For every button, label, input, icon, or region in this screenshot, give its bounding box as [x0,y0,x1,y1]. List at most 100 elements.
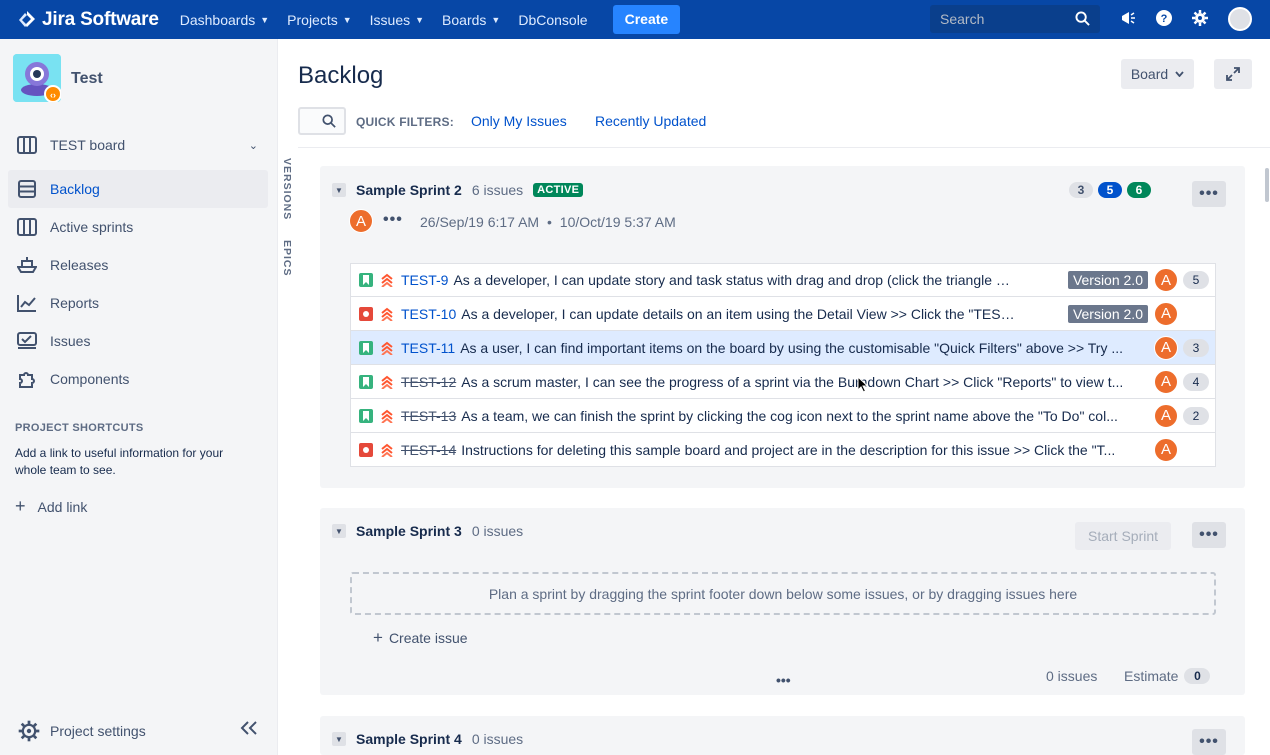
filter-only-my-issues[interactable]: Only My Issues [471,113,567,129]
story-points-badge: 3 [1183,338,1209,357]
nav-dashboards[interactable]: Dashboards ▼ [180,12,269,28]
chevron-down-icon: ▼ [260,14,270,25]
settings-gear-icon[interactable] [1192,10,1208,29]
chevron-down-icon[interactable]: ▼ [332,524,346,538]
project-name: Test [71,70,103,87]
sprint-assignee[interactable]: A [349,209,373,233]
issue-summary: As a developer, I can update details on … [461,305,1022,322]
nav-projects[interactable]: Projects ▼ [287,12,352,28]
collapse-sidebar-icon[interactable] [240,721,258,740]
sidebar-item-active-sprints[interactable]: Active sprints [8,208,268,246]
sprint-name[interactable]: Sample Sprint 4 [356,731,462,747]
assignee[interactable]: A [1154,369,1178,394]
help-icon[interactable]: ? [1156,10,1172,29]
sprint-actions-button[interactable]: ••• [1192,522,1226,548]
issue-key[interactable]: TEST-10 [401,306,456,322]
plus-icon: + [373,628,383,647]
issue-row[interactable]: TEST-11 As a user, I can find important i… [350,331,1216,365]
user-avatar[interactable] [1228,7,1252,31]
nav-label: Projects [287,11,338,28]
board-selector[interactable]: TEST board ⌄ [8,126,268,164]
backlog-search-input[interactable] [298,107,346,135]
status-badge: ACTIVE [533,183,584,197]
assignee[interactable]: A [1154,268,1178,292]
search-input[interactable]: Search [930,5,1100,33]
nav-dbconsole[interactable]: DbConsole [518,12,587,28]
nav-boards[interactable]: Boards ▼ [442,12,500,28]
sprint-name[interactable]: Sample Sprint 3 [356,523,462,539]
project-settings-link[interactable]: Project settings [18,720,146,742]
todo-count-badge: 3 [1069,182,1093,198]
sprint-start-date: 26/Sep/19 6:17 AM [420,214,540,230]
sprint-drop-zone[interactable]: Plan a sprint by dragging the sprint foo… [350,572,1216,615]
drag-handle-icon[interactable]: ••• [776,672,791,688]
project-shortcuts-heading: PROJECT SHORTCUTS [15,422,144,434]
search-icon [322,114,336,128]
issue-key[interactable]: TEST-14 [401,442,456,458]
issue-row[interactable]: TEST-12 As a scrum master, I can see the … [350,365,1216,399]
issue-key[interactable]: TEST-13 [401,408,456,424]
sidebar-item-label: Reports [50,295,100,311]
fix-version-badge[interactable]: Version 2.0 [1067,304,1148,323]
assignee[interactable]: A [1154,437,1178,462]
create-issue-button[interactable]: + Create issue [373,628,468,648]
sprint-actions-button[interactable]: ••• [1192,729,1226,755]
search-placeholder: Search [940,11,985,27]
mouse-cursor-icon [857,376,869,393]
highest-priority-icon [380,375,394,390]
jira-logo[interactable]: Jira Software [18,9,159,31]
story-icon [359,340,373,355]
sprint-name[interactable]: Sample Sprint 2 [356,182,462,198]
issue-row[interactable]: TEST-13 As a team, we can finish the spri… [350,399,1216,433]
nav-issues[interactable]: Issues ▼ [370,12,424,28]
plus-icon: + [15,496,26,516]
filter-recently-updated[interactable]: Recently Updated [595,113,706,129]
chevron-down-icon[interactable]: ▼ [332,732,346,746]
assignee[interactable]: A [1154,335,1178,360]
sprint-dates: 26/Sep/19 6:17 AM • 10/Oct/19 5:37 AM [420,214,676,230]
search-icon [1075,11,1090,26]
sidebar-item-issues[interactable]: Issues [8,322,268,360]
sidebar-item-releases[interactable]: Releases [8,246,268,284]
project-avatar[interactable]: ‹› [13,54,62,103]
tab-versions[interactable]: VERSIONS [281,158,293,220]
svg-text:‹›: ‹› [50,90,56,100]
issue-row[interactable]: TEST-10 As a developer, I can update deta… [350,297,1216,331]
scrollbar[interactable] [1265,168,1269,202]
chart-icon [16,292,38,314]
bug-icon [359,306,373,321]
sprint-issue-count: 6 issues [471,182,524,198]
bug-icon [359,442,373,457]
assignee[interactable]: A [1154,403,1178,428]
create-button[interactable]: Create [612,5,681,34]
ship-icon [16,254,38,276]
story-points-badge: 2 [1183,406,1209,425]
nav-label: DbConsole [518,11,588,28]
issue-row[interactable]: TEST-14 Instructions for deleting this sa… [350,433,1216,467]
tab-epics[interactable]: EPICS [281,240,293,277]
highest-priority-icon [380,409,394,424]
megaphone-icon[interactable] [1120,10,1136,29]
fullscreen-button[interactable] [1214,59,1252,89]
add-link-button[interactable]: + Add link [15,496,87,517]
expand-icon [1226,67,1240,81]
sidebar-item-reports[interactable]: Reports [8,284,268,322]
issue-key[interactable]: TEST-11 [401,340,455,356]
board-dropdown-button[interactable]: Board [1121,59,1194,89]
issue-key[interactable]: TEST-12 [401,374,456,390]
sidebar-item-components[interactable]: Components [8,360,268,398]
sprint-footer-count: 0 issues [1046,668,1098,684]
sidebar-item-backlog[interactable]: Backlog [8,170,268,208]
issue-row[interactable]: TEST-9 As a developer, I can update story… [350,263,1216,297]
assignee[interactable]: A [1154,301,1178,326]
issue-key[interactable]: TEST-9 [401,272,448,288]
nav-label: Boards [442,11,487,28]
chevron-down-icon: ▼ [342,14,352,25]
sidebar-item-label: Backlog [50,181,100,197]
fix-version-badge[interactable]: Version 2.0 [1067,271,1148,289]
chevron-down-icon[interactable]: ▼ [332,183,346,197]
create-issue-label: Create issue [388,630,468,646]
more-assignees-icon[interactable]: ••• [383,211,403,229]
sprint-actions-button[interactable]: ••• [1192,181,1226,207]
start-sprint-button[interactable]: Start Sprint [1075,522,1171,550]
